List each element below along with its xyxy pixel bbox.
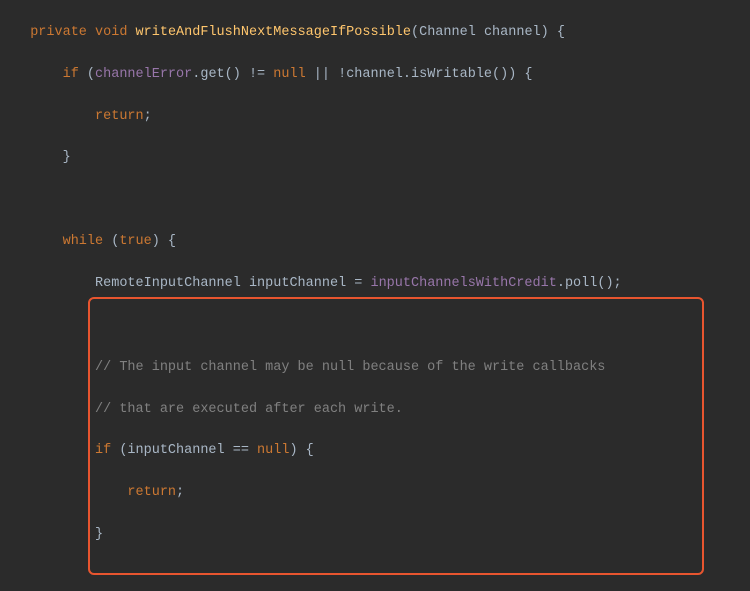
keyword: if xyxy=(95,443,111,458)
keyword: if xyxy=(63,67,79,82)
code-line: if (channelError.get() != null || !chann… xyxy=(0,65,750,86)
code-line: } xyxy=(0,148,750,169)
code-line: return; xyxy=(0,483,750,504)
type: RemoteInputChannel xyxy=(95,276,241,291)
variable: inputChannel xyxy=(127,443,224,458)
method-call: isWritable xyxy=(411,67,492,82)
code-editor[interactable]: private void writeAndFlushNextMessageIfP… xyxy=(0,0,750,591)
method-call: get xyxy=(200,67,224,82)
keyword: return xyxy=(95,109,144,124)
code-line: // The input channel may be null because… xyxy=(0,358,750,379)
code-line: // that are executed after each write. xyxy=(0,400,750,421)
code-line: if (inputChannel == null) { xyxy=(0,441,750,462)
code-line: RemoteInputChannel inputChannel = inputC… xyxy=(0,274,750,295)
code-line xyxy=(0,190,750,211)
keyword: null xyxy=(273,67,305,82)
keyword: private xyxy=(30,25,87,40)
variable: channel xyxy=(346,67,403,82)
code-line: private void writeAndFlushNextMessageIfP… xyxy=(0,23,750,44)
code-line: return; xyxy=(0,107,750,128)
variable: inputChannel xyxy=(249,276,346,291)
method-call: poll xyxy=(565,276,597,291)
method-name: writeAndFlushNextMessageIfPossible xyxy=(136,25,411,40)
comment: // The input channel may be null because… xyxy=(95,360,605,375)
keyword: return xyxy=(127,485,176,500)
code-line xyxy=(0,316,750,337)
code-line: while (true) { xyxy=(0,232,750,253)
keyword: true xyxy=(119,234,151,249)
code-line xyxy=(0,567,750,588)
code-line: } xyxy=(0,525,750,546)
param-name: channel xyxy=(484,25,541,40)
keyword: void xyxy=(95,25,127,40)
comment: // that are executed after each write. xyxy=(95,402,403,417)
field: channelError xyxy=(95,67,192,82)
keyword: while xyxy=(63,234,104,249)
param-type: Channel xyxy=(419,25,476,40)
field: inputChannelsWithCredit xyxy=(370,276,556,291)
keyword: null xyxy=(257,443,289,458)
